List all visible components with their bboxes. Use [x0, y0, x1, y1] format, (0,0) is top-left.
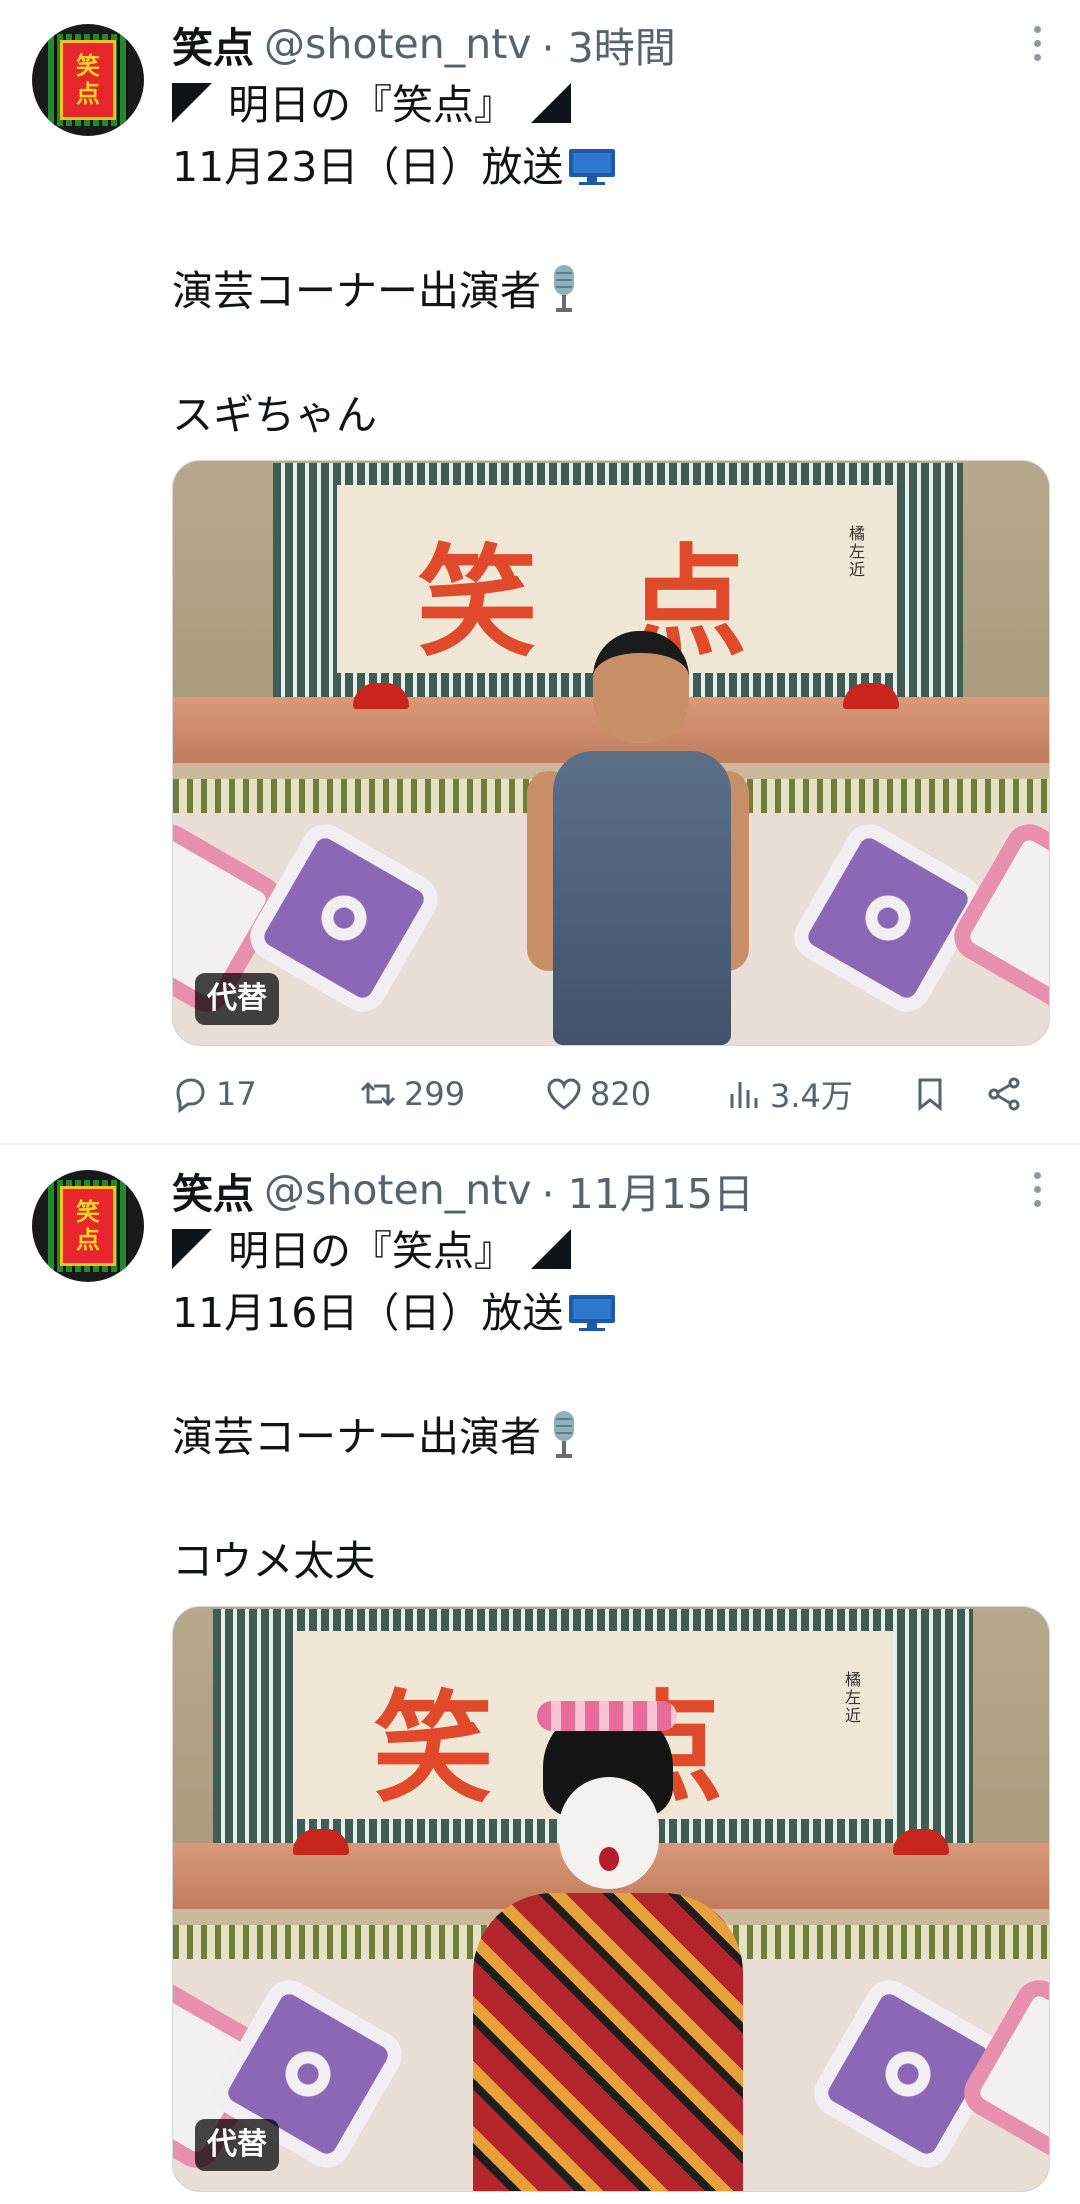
reply-count: 17	[216, 1075, 257, 1113]
more-vertical-icon[interactable]	[1034, 1172, 1042, 1212]
tv-icon	[569, 1295, 616, 1331]
retweet-icon	[360, 1081, 396, 1107]
author-name[interactable]: 笑点	[172, 14, 254, 74]
tweet-actions: 17 299 820 3.4万	[0, 1066, 1080, 1122]
tweet-time[interactable]: · 11月15日	[542, 1160, 754, 1220]
tweet-line: スギちゃん	[172, 391, 377, 439]
avatar[interactable]: 笑 点	[32, 24, 144, 136]
retweet-button[interactable]: 299	[358, 1066, 465, 1122]
tweet[interactable]: 笑 点 笑点 @shoten_ntv · 3時間 明日の『笑点』 11月23日（…	[0, 0, 1080, 1145]
alt-text-badge[interactable]: 代替	[195, 2119, 279, 2171]
avatar-char: 点	[76, 80, 100, 108]
image-person	[473, 1701, 743, 2191]
views-button[interactable]: 3.4万	[724, 1066, 853, 1122]
tweet-header: 笑点 @shoten_ntv · 3時間	[172, 14, 676, 74]
reply-button[interactable]: 17	[170, 1066, 257, 1122]
like-button[interactable]: 820	[544, 1066, 651, 1122]
like-count: 820	[590, 1075, 652, 1113]
tweet-line: 明日の『笑点』	[228, 81, 515, 129]
tweet-image[interactable]: 笑 点 橘左近 代替	[172, 1606, 1050, 2192]
bookmark-icon	[918, 1078, 942, 1112]
avatar-char: 笑	[76, 52, 100, 80]
tweet-line: 11月23日（日）放送	[172, 143, 564, 191]
author-handle[interactable]: @shoten_ntv	[264, 1166, 532, 1214]
black-triangle-icon	[531, 1229, 571, 1269]
sign-signature: 橘左近	[849, 524, 866, 579]
bookmark-button[interactable]	[910, 1066, 956, 1122]
tweet-line: 明日の『笑点』	[228, 1227, 515, 1275]
tweet-line: 演芸コーナー出演者	[172, 267, 541, 315]
tweet-line: 11月16日（日）放送	[172, 1289, 564, 1337]
tweet-line: コウメ太夫	[172, 1537, 376, 1585]
microphone-icon	[554, 265, 574, 312]
black-triangle-icon	[172, 1229, 212, 1269]
share-button[interactable]	[984, 1066, 1030, 1122]
more-vertical-icon[interactable]	[1034, 26, 1042, 66]
reply-icon	[176, 1078, 205, 1113]
image-hexagon	[785, 815, 991, 1021]
tweet-image[interactable]: 笑 点 橘左近 代替	[172, 460, 1050, 1046]
author-handle[interactable]: @shoten_ntv	[264, 20, 532, 68]
avatar-char: 笑	[76, 1198, 100, 1226]
avatar-logo: 笑 点	[60, 1186, 116, 1266]
tweet-time[interactable]: · 3時間	[542, 14, 676, 74]
retweet-count: 299	[404, 1075, 466, 1113]
tweet-line: 演芸コーナー出演者	[172, 1413, 541, 1461]
avatar-logo: 笑 点	[60, 40, 116, 120]
avatar-char: 点	[76, 1226, 100, 1254]
tweet-divider	[0, 1143, 1080, 1145]
heart-icon	[547, 1078, 581, 1110]
share-icon	[988, 1077, 1020, 1111]
image-person	[527, 631, 749, 1045]
tweet-text: 明日の『笑点』 11月16日（日）放送 演芸コーナー出演者 コウメ太夫	[172, 1220, 1052, 1592]
tweet-header: 笑点 @shoten_ntv · 11月15日	[172, 1160, 754, 1220]
sign-char: 笑	[417, 532, 537, 673]
author-name[interactable]: 笑点	[172, 1160, 254, 1220]
view-count: 3.4万	[770, 1077, 853, 1115]
black-triangle-icon	[531, 83, 571, 123]
avatar[interactable]: 笑 点	[32, 1170, 144, 1282]
microphone-icon	[554, 1411, 574, 1458]
alt-text-badge[interactable]: 代替	[195, 973, 279, 1025]
views-chart-icon	[730, 1082, 758, 1108]
tweet[interactable]: 笑 点 笑点 @shoten_ntv · 11月15日 明日の『笑点』 11月1…	[0, 1146, 1080, 2204]
black-triangle-icon	[172, 83, 212, 123]
tv-icon	[569, 149, 616, 185]
tweet-text: 明日の『笑点』 11月23日（日）放送 演芸コーナー出演者 スギちゃん	[172, 74, 1052, 446]
image-hexagon	[945, 815, 1049, 1021]
sign-signature: 橘左近	[845, 1670, 862, 1725]
